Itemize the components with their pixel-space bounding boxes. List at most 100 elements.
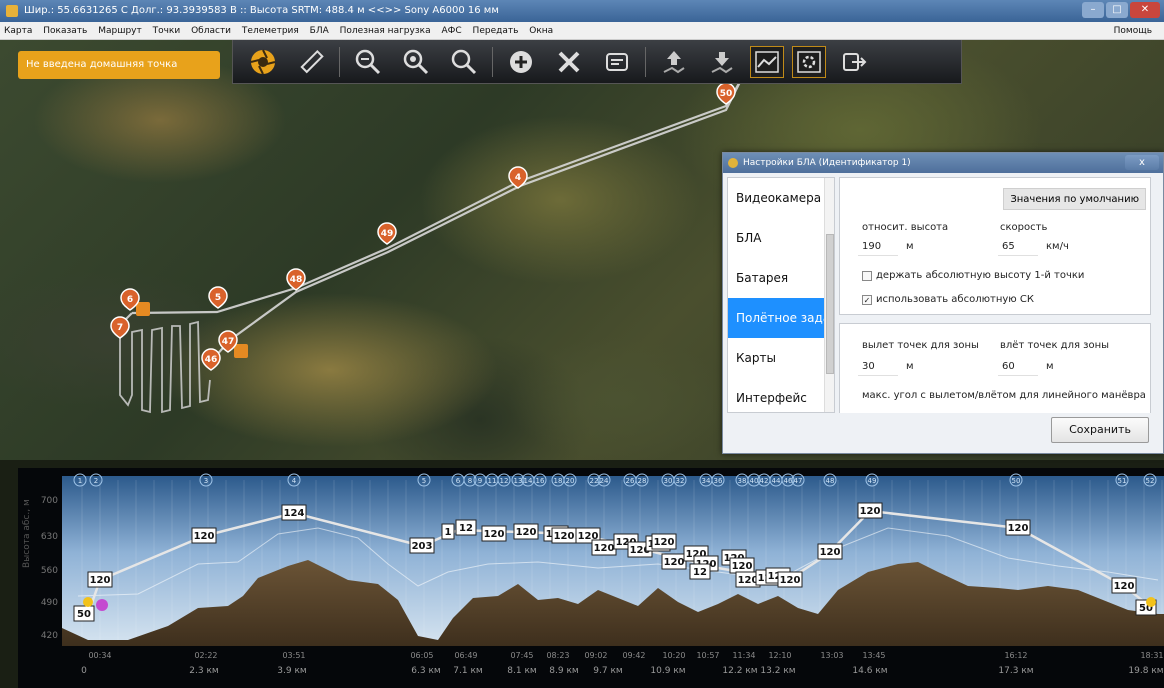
waypoint-tag[interactable]: 47 bbox=[791, 473, 805, 487]
defaults-button[interactable]: Значения по умолчанию bbox=[1003, 188, 1146, 210]
waypoint-tag[interactable]: 48 bbox=[823, 473, 837, 487]
menu-item-pokazat[interactable]: Показать bbox=[43, 26, 87, 36]
altitude-profile[interactable]: 700 630 560 490 420 00:34 02:22 03:51 06:05 06:49… bbox=[18, 468, 1164, 688]
profile-toggle-icon[interactable] bbox=[750, 45, 784, 78]
altitude-label[interactable]: 50 bbox=[73, 605, 95, 622]
altitude-label[interactable]: 120 bbox=[513, 523, 539, 540]
waypoint-marker[interactable]: 7 bbox=[110, 316, 130, 339]
waypoint-tag[interactable]: 49 bbox=[865, 473, 879, 487]
area-icon[interactable] bbox=[234, 344, 248, 358]
menu-item-okna[interactable]: Окна bbox=[529, 26, 553, 36]
altitude-label[interactable]: 120 bbox=[87, 571, 113, 588]
area-icon[interactable] bbox=[136, 302, 150, 316]
dialog-close-button[interactable]: x bbox=[1125, 155, 1159, 170]
waypoint-tag[interactable]: 50 bbox=[1009, 473, 1023, 487]
waypoint-marker[interactable]: 48 bbox=[286, 268, 306, 291]
waypoint-tag[interactable]: 16 bbox=[533, 473, 547, 487]
menu-item-karta[interactable]: Карта bbox=[4, 26, 32, 36]
nav-item-maps[interactable]: Карты bbox=[728, 338, 834, 378]
waypoint-marker[interactable]: 5 bbox=[208, 286, 228, 309]
menu-item-peredat[interactable]: Передать bbox=[473, 26, 519, 36]
waypoint-tag[interactable]: 12 bbox=[497, 473, 511, 487]
waypoint-tag[interactable]: 28 bbox=[635, 473, 649, 487]
home-point-warning[interactable]: Не введена домашняя точка bbox=[18, 51, 220, 79]
nav-item-battery[interactable]: Батарея bbox=[728, 258, 834, 298]
ruler-icon[interactable] bbox=[291, 44, 331, 80]
menu-item-marshrut[interactable]: Маршрут bbox=[98, 26, 142, 36]
waypoint-marker[interactable]: 49 bbox=[377, 222, 397, 245]
waypoint-tag[interactable]: 38 bbox=[735, 473, 749, 487]
settings-toggle-icon[interactable] bbox=[792, 45, 826, 78]
upload-route-icon[interactable] bbox=[654, 44, 694, 80]
zone-entry-input[interactable]: 60 bbox=[998, 358, 1038, 376]
waypoint-tag[interactable]: 52 bbox=[1143, 473, 1157, 487]
menu-item-help[interactable]: Помощь bbox=[1114, 22, 1152, 40]
add-point-icon[interactable] bbox=[501, 44, 541, 80]
tools-icon[interactable] bbox=[549, 44, 589, 80]
waypoint-tag[interactable]: 11 bbox=[485, 473, 499, 487]
altitude-label[interactable]: 124 bbox=[281, 504, 307, 521]
waypoint-tag[interactable]: 42 bbox=[757, 473, 771, 487]
waypoint-marker[interactable]: 46 bbox=[201, 348, 221, 371]
altitude-label[interactable]: 120 bbox=[591, 539, 617, 556]
speed-input[interactable]: 65 bbox=[998, 238, 1038, 256]
menu-item-bla[interactable]: БЛА bbox=[310, 26, 329, 36]
use-abs-cs-checkbox[interactable]: ✓ использовать абсолютную СК bbox=[862, 294, 1034, 305]
menu-item-oblasti[interactable]: Области bbox=[191, 26, 231, 36]
nav-item-flight-task[interactable]: Полётное задание bbox=[728, 298, 834, 338]
waypoint-tag[interactable]: 36 bbox=[711, 473, 725, 487]
minimize-button[interactable]: – bbox=[1082, 2, 1104, 18]
waypoint-tag[interactable]: 20 bbox=[563, 473, 577, 487]
waypoint-tag[interactable]: 30 bbox=[661, 473, 675, 487]
altitude-label[interactable]: 120 bbox=[651, 533, 677, 550]
waypoint-tag[interactable]: 18 bbox=[551, 473, 565, 487]
zone-exit-input[interactable]: 30 bbox=[858, 358, 898, 376]
altitude-label[interactable]: 120 bbox=[481, 525, 507, 542]
card-icon[interactable] bbox=[597, 44, 637, 80]
nav-item-interface[interactable]: Интерфейс bbox=[728, 378, 834, 412]
waypoint-tag[interactable]: 32 bbox=[673, 473, 687, 487]
zoom-out-icon[interactable] bbox=[348, 44, 388, 80]
altitude-label[interactable]: 120 bbox=[661, 553, 687, 570]
zoom-in-icon[interactable] bbox=[444, 44, 484, 80]
rel-altitude-input[interactable]: 190 bbox=[858, 238, 898, 256]
menu-item-payload[interactable]: Полезная нагрузка bbox=[340, 26, 431, 36]
altitude-label[interactable]: 1 bbox=[441, 523, 455, 540]
nav-scrollbar[interactable] bbox=[824, 178, 834, 412]
altitude-label[interactable]: 120 bbox=[729, 557, 755, 574]
altitude-label[interactable]: 120 bbox=[191, 527, 217, 544]
altitude-label[interactable]: 12 bbox=[689, 563, 711, 580]
waypoint-tag[interactable]: 34 bbox=[699, 473, 713, 487]
hold-abs-alt-checkbox[interactable]: держать абсолютную высоту 1-й точки bbox=[862, 270, 1084, 281]
altitude-label[interactable]: 120 bbox=[777, 571, 803, 588]
save-button[interactable]: Сохранить bbox=[1051, 417, 1149, 443]
waypoint-marker[interactable]: 50 bbox=[716, 82, 736, 105]
zoom-area-icon[interactable] bbox=[396, 44, 436, 80]
aperture-icon[interactable] bbox=[243, 44, 283, 80]
waypoint-tag[interactable]: 14 bbox=[521, 473, 535, 487]
scrollbar-thumb[interactable] bbox=[826, 234, 834, 374]
waypoint-tag[interactable]: 51 bbox=[1115, 473, 1129, 487]
checkbox-checked-icon[interactable]: ✓ bbox=[862, 295, 872, 305]
altitude-label[interactable]: 120 bbox=[1005, 519, 1031, 536]
altitude-label[interactable]: 120 bbox=[857, 502, 883, 519]
waypoint-tag[interactable]: 26 bbox=[623, 473, 637, 487]
download-route-icon[interactable] bbox=[702, 44, 742, 80]
altitude-label[interactable]: 120 bbox=[1111, 577, 1137, 594]
waypoint-tag[interactable]: 44 bbox=[769, 473, 783, 487]
menu-item-afs[interactable]: АФС bbox=[441, 26, 461, 36]
altitude-label[interactable]: 120 bbox=[817, 543, 843, 560]
waypoint-tag[interactable]: 24 bbox=[597, 473, 611, 487]
nav-item-videocamera[interactable]: Видеокамера bbox=[728, 178, 834, 218]
close-button[interactable]: ✕ bbox=[1130, 2, 1160, 18]
menu-item-telemetriya[interactable]: Телеметрия bbox=[242, 26, 299, 36]
checkbox-box[interactable] bbox=[862, 271, 872, 281]
start-marker-icon[interactable] bbox=[96, 599, 108, 611]
nav-item-bla[interactable]: БЛА bbox=[728, 218, 834, 258]
dialog-title-bar[interactable]: Настройки БЛА (Идентификатор 1) x bbox=[723, 153, 1163, 173]
export-icon[interactable] bbox=[834, 44, 874, 80]
altitude-label[interactable]: 120 bbox=[551, 527, 577, 544]
altitude-label[interactable]: 203 bbox=[409, 537, 435, 554]
maximize-button[interactable]: □ bbox=[1106, 2, 1128, 18]
altitude-label[interactable]: 12 bbox=[455, 519, 477, 536]
